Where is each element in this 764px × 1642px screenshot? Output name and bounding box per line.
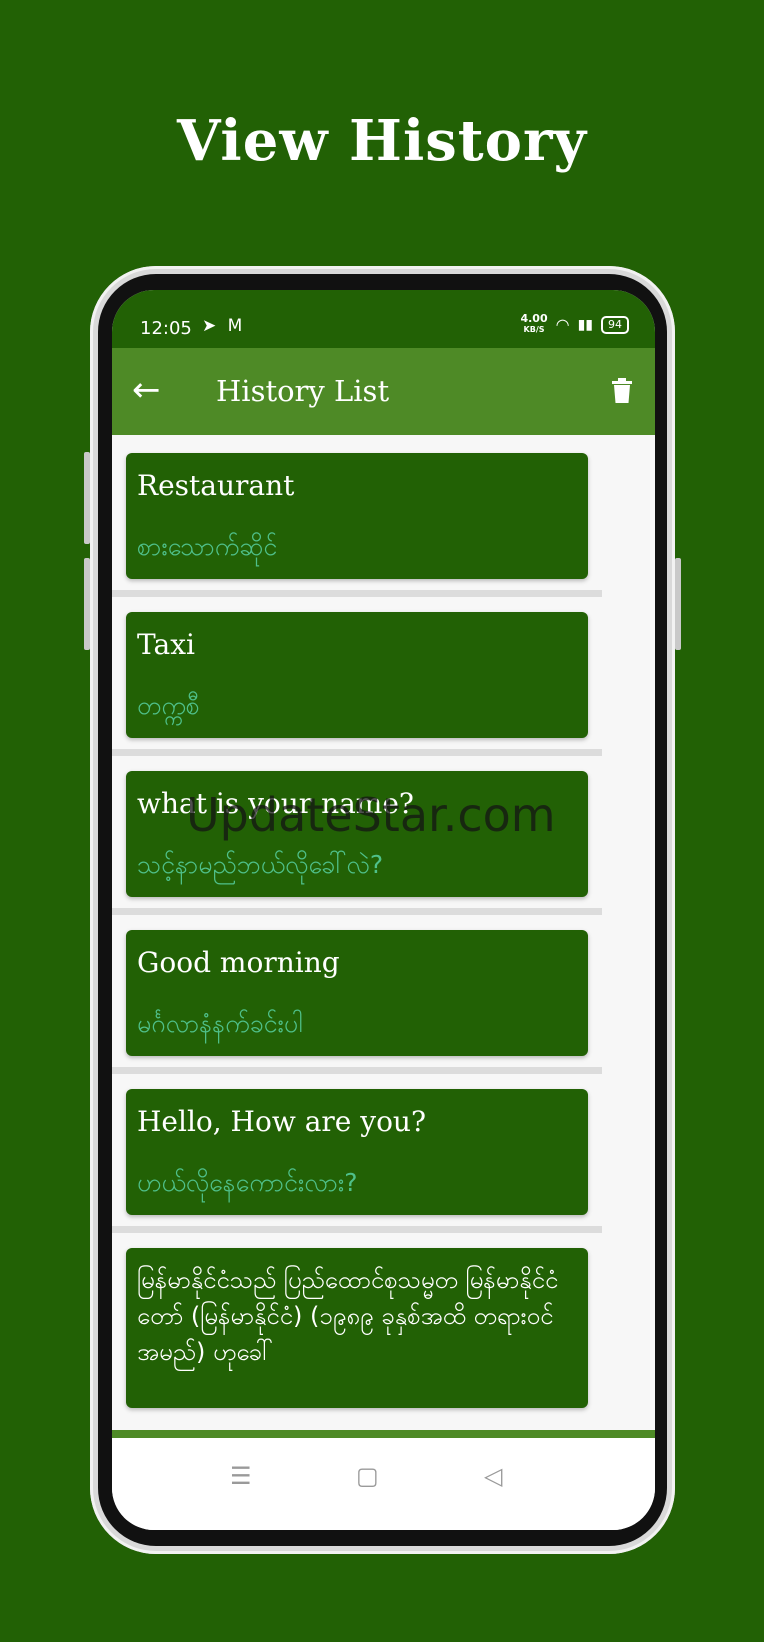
- history-card[interactable]: Taxi တက္ကစီ: [126, 612, 588, 738]
- history-card[interactable]: Hello, How are you? ဟယ်လိုနေကောင်းလား?: [126, 1089, 588, 1215]
- recent-apps-icon[interactable]: ☰: [230, 1462, 252, 1490]
- system-back-icon[interactable]: ◁: [484, 1462, 502, 1490]
- history-source-text: Restaurant: [137, 469, 295, 502]
- history-source-text: မြန်မာနိုင်ငံသည် ပြည်ထောင်စုသမ္မတ မြန်မာ…: [137, 1266, 559, 1366]
- net-speed-unit: KB/S: [523, 325, 545, 334]
- history-source-text: what is your name?: [137, 787, 414, 820]
- page-title: History List: [216, 374, 390, 408]
- phone-screen: 12:05 ➤ M 4.00 KB/S ◠ ▮▮ 94 ← History Li…: [112, 290, 655, 1530]
- status-bar: 12:05 ➤ M 4.00 KB/S ◠ ▮▮ 94: [112, 290, 655, 348]
- battery-indicator: 94: [601, 315, 629, 334]
- history-translation-text: ဟယ်လိုနေကောင်းလား?: [137, 1168, 358, 1197]
- volume-down-button: [84, 558, 90, 650]
- list-divider: [112, 590, 602, 597]
- list-divider: [112, 908, 602, 915]
- history-source-text: Taxi: [137, 628, 195, 661]
- history-translation-text: တက္ကစီ: [137, 691, 200, 720]
- history-source-text: Hello, How are you?: [137, 1105, 426, 1138]
- promo-title: View History: [176, 108, 588, 174]
- trash-icon[interactable]: [611, 378, 633, 404]
- history-card[interactable]: Restaurant စားသောက်ဆိုင်: [126, 453, 588, 579]
- wifi-icon: ◠: [555, 315, 570, 334]
- status-time: 12:05: [140, 318, 192, 339]
- volume-up-button: [84, 452, 90, 544]
- app-bar: ← History List: [112, 348, 655, 435]
- list-divider: [112, 1226, 602, 1233]
- history-list: Restaurant စားသောက်ဆိုင် Taxi တက္ကစီ wha…: [112, 435, 655, 1440]
- net-speed-value: 4.00: [520, 312, 548, 325]
- notification-icons: ➤ M: [202, 316, 242, 336]
- telegram-icon: ➤: [202, 316, 217, 336]
- power-button: [675, 558, 681, 650]
- history-card[interactable]: မြန်မာနိုင်ငံသည် ပြည်ထောင်စုသမ္မတ မြန်မာ…: [126, 1248, 588, 1408]
- system-nav-bar: ☰ ▢ ◁: [112, 1430, 655, 1530]
- history-translation-text: သင့်နာမည်ဘယ်လိုခေါ်လဲ?: [137, 850, 384, 879]
- arrow-left-icon[interactable]: ←: [132, 370, 161, 410]
- history-translation-text: မင်္ဂလာနံနက်ခင်းပါ: [137, 1009, 303, 1038]
- home-icon[interactable]: ▢: [356, 1462, 379, 1490]
- history-source-text: Good morning: [137, 946, 340, 979]
- history-card[interactable]: what is your name? သင့်နာမည်ဘယ်လိုခေါ်လဲ…: [126, 771, 588, 897]
- status-right: 4.00 KB/S ◠ ▮▮ 94: [520, 312, 629, 335]
- net-speed: 4.00 KB/S: [520, 312, 548, 335]
- list-divider: [112, 749, 602, 756]
- history-translation-text: စားသောက်ဆိုင်: [137, 532, 278, 561]
- gmail-icon: M: [227, 316, 243, 336]
- history-card[interactable]: Good morning မင်္ဂလာနံနက်ခင်းပါ: [126, 930, 588, 1056]
- list-divider: [112, 1067, 602, 1074]
- signal-icon: ▮▮: [577, 316, 593, 333]
